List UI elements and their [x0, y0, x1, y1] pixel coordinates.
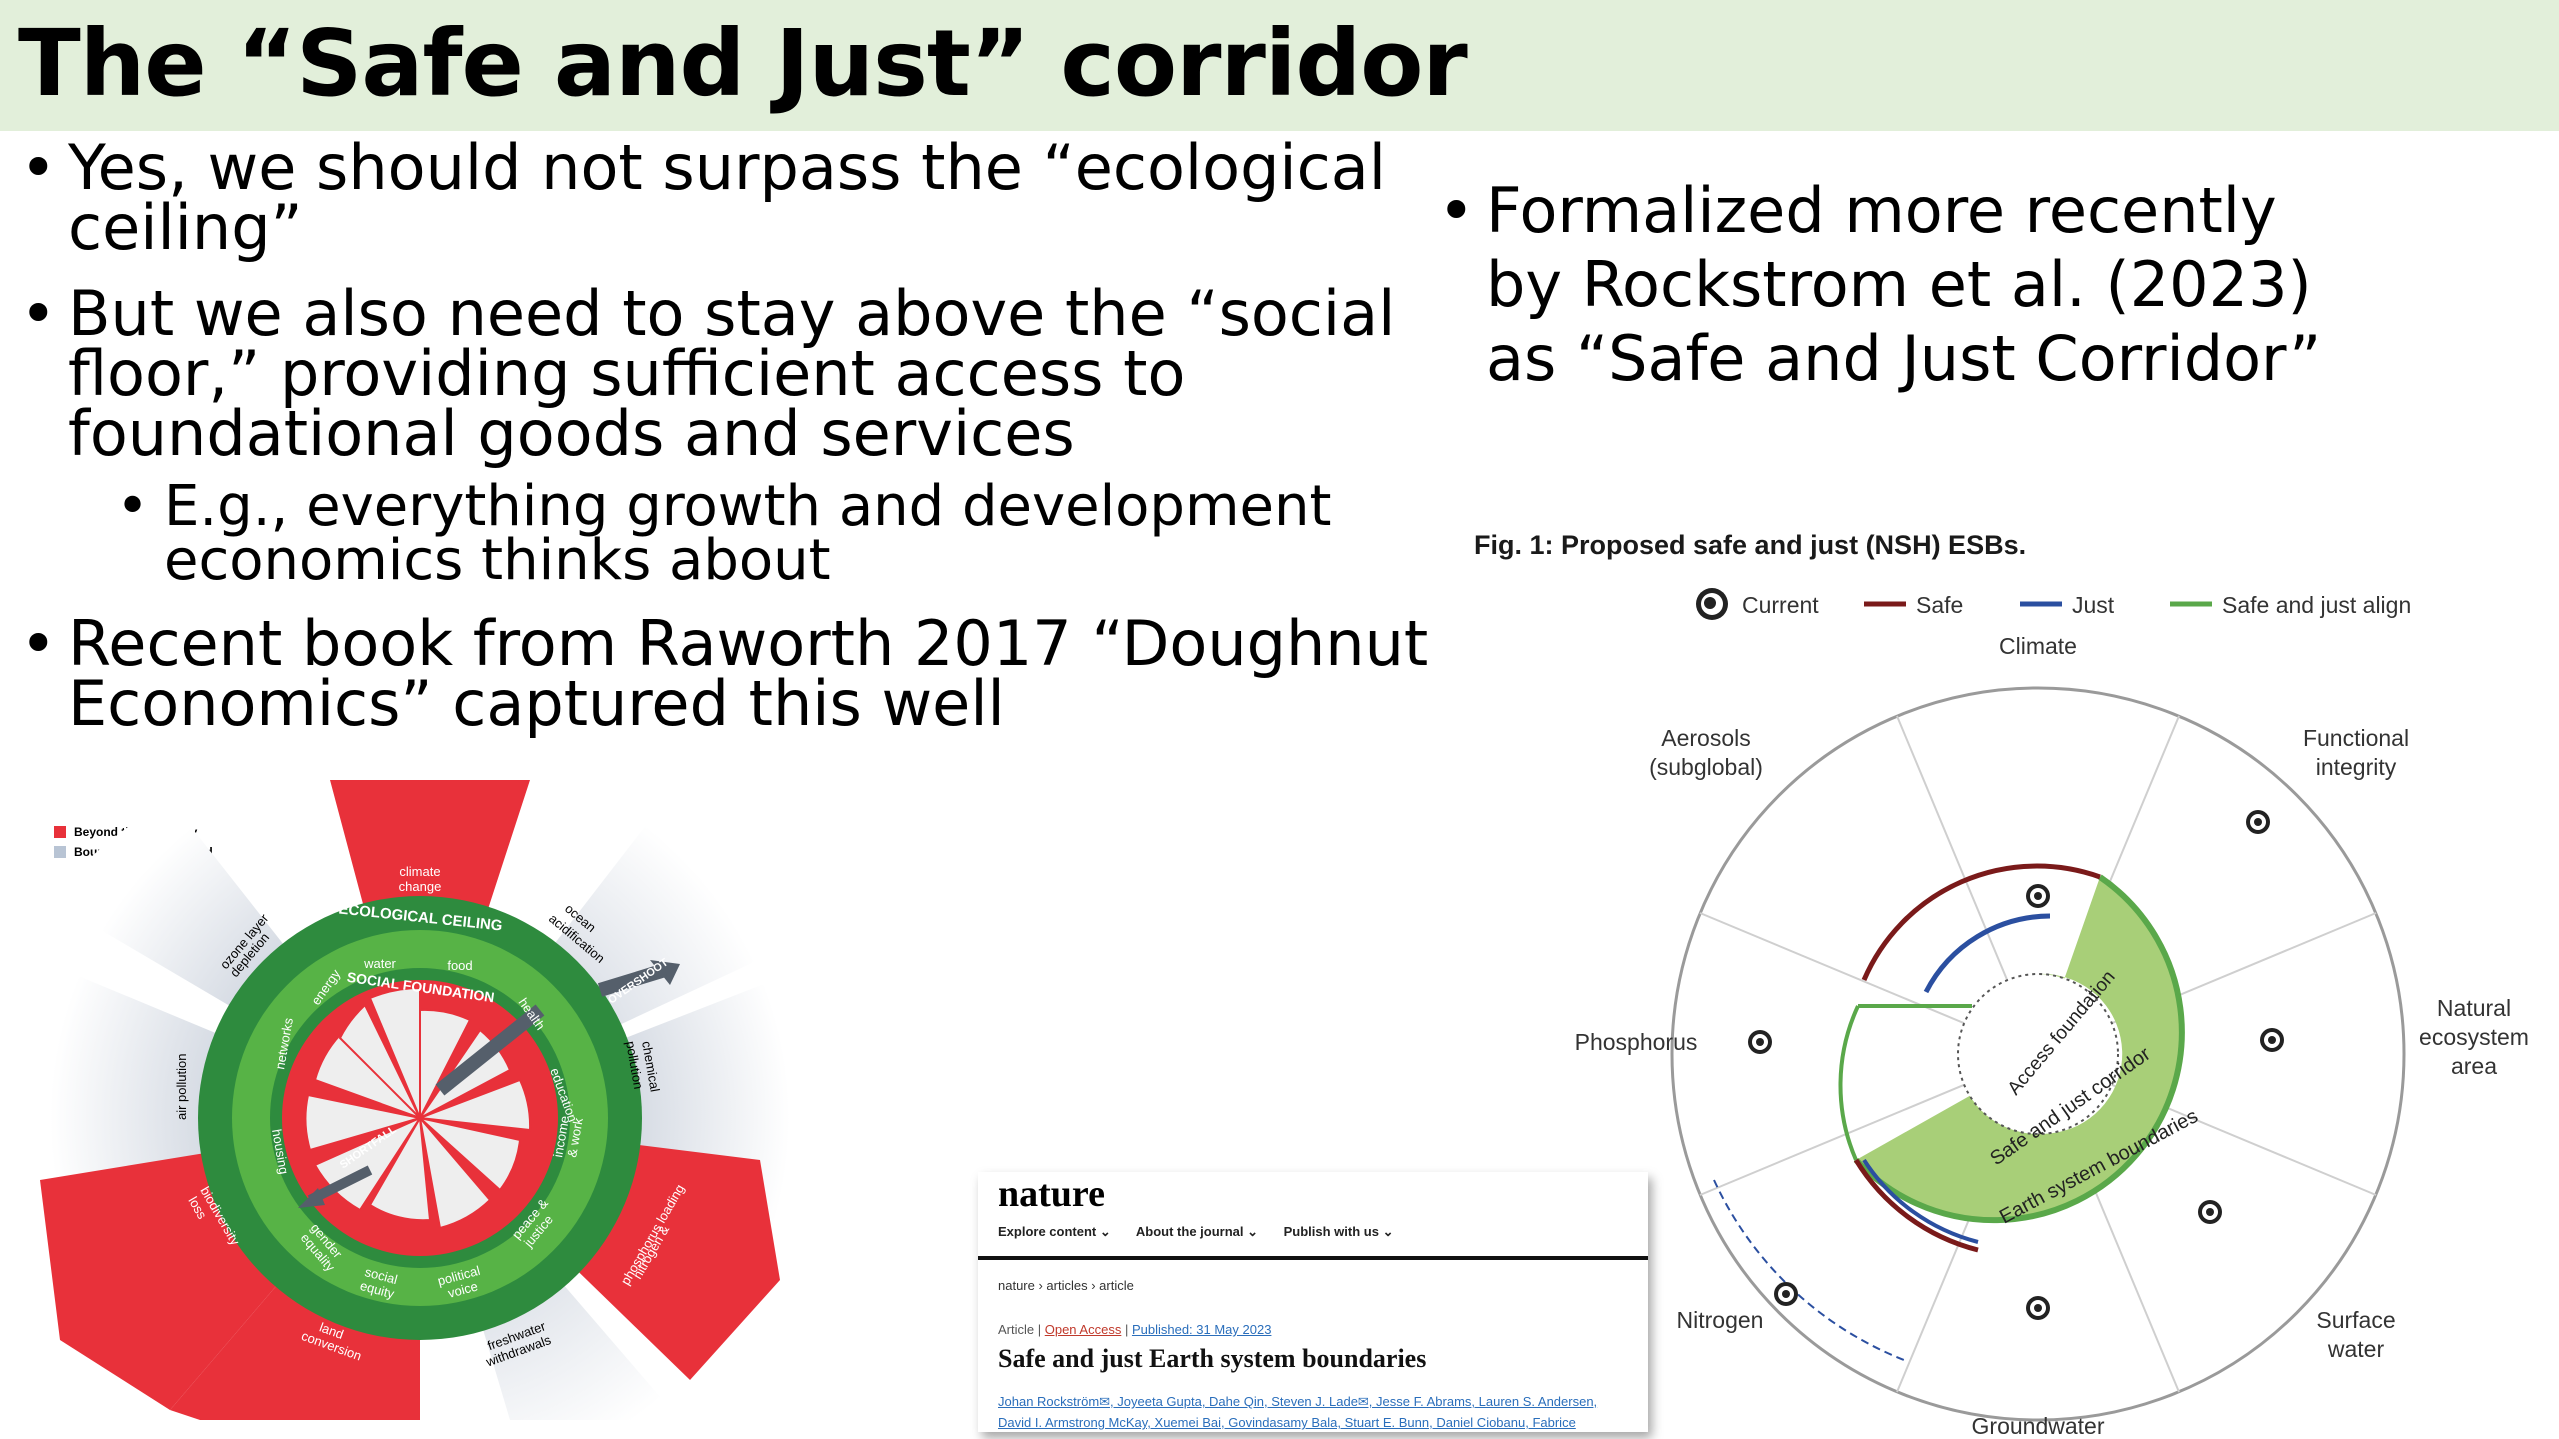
- sector-functional-label-1: Functional: [2303, 725, 2409, 751]
- bullet-2-line-2: floor,” providing sufficient access to: [68, 337, 1186, 410]
- bullet-1-line-1: Yes, we should not surpass the “ecologic…: [68, 131, 1386, 204]
- right-bullet-line-1: Formalized more recently: [1486, 174, 2277, 247]
- sector-nitrogen-label: Nitrogen: [1677, 1307, 1764, 1333]
- sub-bullet: • E.g., everything growth and developmen…: [116, 474, 1332, 593]
- legend-current-label: Current: [1742, 592, 1819, 618]
- breadcrumb[interactable]: nature › articles › article: [998, 1278, 1134, 1293]
- article-title[interactable]: Safe and just Earth system boundaries: [998, 1344, 1426, 1374]
- right-bullet-line-3: as “Safe and Just Corridor”: [1486, 322, 2322, 395]
- slide-title: The “Safe and Just” corridor: [18, 10, 1468, 117]
- nature-logo: nature: [998, 1173, 1105, 1215]
- sector-climate-label: Climate: [1999, 633, 2077, 659]
- bullet-2-line-1: But we also need to stay above the “soci…: [68, 277, 1396, 350]
- legend-just-label: Just: [2072, 592, 2115, 618]
- nav-publish[interactable]: Publish with us ⌄: [1284, 1224, 1394, 1239]
- legend-not-quantified-swatch: [54, 846, 66, 858]
- bullet-3-line-2: Economics” captured this well: [68, 667, 1005, 740]
- bullet-2-line-3: foundational goods and services: [68, 397, 1075, 470]
- bullet-1-line-2: ceiling”: [68, 191, 303, 264]
- safe-just-outline-left: [1838, 1005, 1860, 1161]
- sector-phosphorus-label: Phosphorus: [1575, 1029, 1698, 1055]
- bullet-dot: •: [20, 607, 57, 680]
- sector-natural-label-2: ecosystem: [2419, 1024, 2529, 1050]
- air-pollution-label: air pollution: [174, 1054, 189, 1121]
- sub-bullet-line-1: E.g., everything growth and development: [164, 474, 1332, 539]
- water-label: water: [363, 956, 396, 971]
- legend-current-land: [1704, 597, 1716, 609]
- sub-bullet-line-2: economics thinks about: [164, 528, 831, 593]
- doughnut-diagram: Beyond the boundary Boundary not quantif…: [40, 780, 800, 1420]
- nature-article-screenshot: nature Explore content ⌄ About the journ…: [978, 1172, 1648, 1432]
- published-date[interactable]: Published: 31 May 2023: [1132, 1322, 1271, 1337]
- author-list[interactable]: Johan Rockström✉, Joyeeta Gupta, Dahe Qi…: [998, 1394, 1597, 1410]
- safe-arc-top: [1861, 863, 2101, 981]
- figure-caption: Fig. 1: Proposed safe and just (NSH) ESB…: [1474, 530, 2026, 560]
- right-bullet: • Formalized more recently by Rockstrom …: [1438, 174, 2322, 396]
- right-bullet-line-2: by Rockstrom et al. (2023): [1486, 248, 2312, 321]
- sector-groundwater-label: Groundwater: [1972, 1413, 2105, 1439]
- nature-nav: Explore content ⌄ About the journal ⌄ Pu…: [998, 1224, 1415, 1240]
- sector-aerosols-label-1: Aerosols: [1661, 725, 1750, 751]
- legend-beyond-swatch: [54, 826, 66, 838]
- bullet-dot: •: [1438, 174, 1475, 247]
- sector-surface-label-2: water: [2327, 1336, 2385, 1362]
- bullet-3-line-1: Recent book from Raworth 2017 “Doughnut: [68, 607, 1429, 680]
- climate-label-1: climate: [399, 864, 440, 879]
- sector-surface-label-1: Surface: [2316, 1307, 2395, 1333]
- bullet-dot: •: [116, 474, 150, 539]
- sector-aerosols-label-2: (subglobal): [1649, 754, 1763, 780]
- bullet-dot: •: [20, 131, 57, 204]
- bullet-1: • Yes, we should not surpass the “ecolog…: [20, 131, 1386, 264]
- article-meta: Article | Open Access | Published: 31 Ma…: [998, 1322, 1272, 1337]
- article-type: Article: [998, 1322, 1035, 1337]
- sector-natural-label-3: area: [2451, 1053, 2497, 1079]
- legend-safe-label: Safe: [1916, 592, 1963, 618]
- nav-about-journal[interactable]: About the journal ⌄: [1136, 1224, 1258, 1239]
- food-label: food: [447, 958, 472, 973]
- open-access-link[interactable]: Open Access: [1045, 1322, 1122, 1337]
- sector-natural-label-1: Natural: [2437, 995, 2511, 1021]
- author-list-continued[interactable]: David I. Armstrong McKay, Xuemei Bai, Go…: [998, 1415, 1576, 1430]
- bullet-3: • Recent book from Raworth 2017 “Doughnu…: [20, 607, 1429, 740]
- legend-align-label: Safe and just align: [2222, 592, 2411, 618]
- sector-functional-label-2: integrity: [2316, 754, 2397, 780]
- bullet-2: • But we also need to stay above the “so…: [20, 277, 1396, 470]
- nav-divider: [978, 1256, 1648, 1260]
- climate-label-2: change: [399, 879, 442, 894]
- bullet-dot: •: [20, 277, 57, 350]
- nav-explore-content[interactable]: Explore content ⌄: [998, 1224, 1111, 1239]
